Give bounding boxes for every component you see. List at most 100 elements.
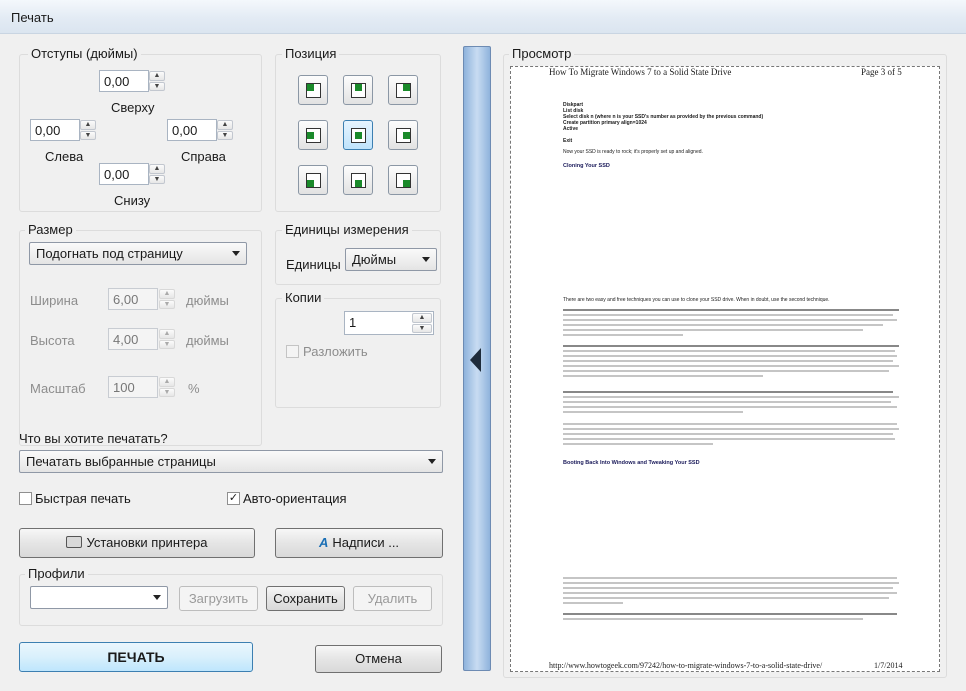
copies-group-title: Копии (282, 290, 325, 305)
position-middle-left-button[interactable] (298, 120, 328, 150)
down-arrow-icon[interactable]: ▼ (217, 130, 233, 140)
up-arrow-icon[interactable]: ▲ (149, 71, 165, 81)
size-group: Размер Подогнать под страницу Ширина 6,0… (19, 222, 262, 446)
preview-header-page: Page 3 of 5 (861, 67, 902, 77)
position-top-center-button[interactable] (343, 75, 373, 105)
preview-footer-url: http://www.howtogeek.com/97242/how-to-mi… (549, 661, 823, 670)
scale-spinner[interactable]: ▲ ▼ (159, 377, 175, 397)
preview-footer-date: 1/7/2014 (874, 661, 903, 670)
margin-top-spinner[interactable]: ▲ ▼ (149, 71, 165, 91)
height-spinner[interactable]: ▲ ▼ (159, 329, 175, 349)
down-arrow-icon[interactable]: ▼ (159, 387, 175, 397)
down-arrow-icon[interactable]: ▼ (149, 174, 165, 184)
auto-orient-checkbox[interactable]: ✓ (227, 492, 240, 505)
printer-icon (66, 536, 83, 548)
dialog-body: Отступы (дюймы) 0,00 ▲ ▼ Сверху 0,00 ▲ ▼ С… (6, 34, 960, 682)
width-spinner[interactable]: ▲ ▼ (159, 289, 175, 309)
what-to-print-label: Что вы хотите печатать? (19, 431, 168, 446)
profiles-group: Профили Загрузить Сохранить Удалить (19, 566, 443, 626)
position-bottom-center-button[interactable] (343, 165, 373, 195)
up-arrow-icon[interactable]: ▲ (412, 313, 432, 323)
collate-checkbox[interactable] (286, 345, 299, 358)
cancel-button[interactable]: Отмена (315, 645, 442, 673)
printer-setup-button[interactable]: Установки принтера (19, 528, 255, 558)
position-middle-right-button[interactable] (388, 120, 418, 150)
preview-ready-line: Now your SSD is ready to rock; it's prop… (563, 149, 703, 155)
height-unit: дюймы (186, 333, 229, 348)
print-button[interactable]: ПЕЧАТЬ (19, 642, 253, 672)
down-arrow-icon[interactable]: ▼ (412, 323, 432, 333)
chevron-down-icon (153, 595, 161, 600)
margin-bottom-spinner[interactable]: ▲ ▼ (149, 164, 165, 184)
width-label: Ширина (30, 293, 79, 308)
margin-top-label: Сверху (111, 100, 155, 115)
preview-page: How To Migrate Windows 7 to a Solid Stat… (510, 66, 940, 672)
page-icon (396, 83, 411, 98)
size-mode-select[interactable]: Подогнать под страницу (29, 242, 247, 265)
width-input[interactable]: 6,00 (108, 288, 158, 310)
chevron-down-icon (428, 459, 436, 464)
units-label: Единицы (286, 257, 341, 272)
up-arrow-icon[interactable]: ▲ (159, 377, 175, 387)
page-icon (351, 173, 366, 188)
units-select[interactable]: Дюймы (345, 248, 437, 271)
position-top-left-button[interactable] (298, 75, 328, 105)
down-arrow-icon[interactable]: ▼ (80, 130, 96, 140)
profile-select[interactable] (30, 586, 168, 609)
preview-group-title: Просмотр (509, 46, 575, 61)
down-arrow-icon[interactable]: ▼ (149, 81, 165, 91)
margin-left-spinner[interactable]: ▲ ▼ (80, 120, 96, 140)
chevron-down-icon (232, 251, 240, 256)
up-arrow-icon[interactable]: ▲ (217, 120, 233, 130)
collapse-preview-handle[interactable] (463, 46, 491, 671)
copies-spinner[interactable]: ▲ ▼ (412, 313, 432, 333)
position-bottom-left-button[interactable] (298, 165, 328, 195)
auto-orient-label: Авто-ориентация (243, 491, 347, 506)
checkmark-icon: ✓ (228, 492, 239, 504)
collate-label: Разложить (303, 344, 368, 359)
up-arrow-icon[interactable]: ▲ (80, 120, 96, 130)
page-icon (306, 173, 321, 188)
down-arrow-icon[interactable]: ▼ (159, 299, 175, 309)
preview-para-two-ways: There are two easy and free techniques y… (563, 297, 830, 303)
page-icon (351, 83, 366, 98)
position-group-title: Позиция (282, 46, 340, 61)
load-profile-button[interactable]: Загрузить (179, 586, 258, 611)
margin-left-input[interactable]: 0,00 (30, 119, 80, 141)
page-icon (351, 128, 366, 143)
units-group: Единицы измерения Единицы Дюймы (275, 222, 441, 285)
size-group-title: Размер (25, 222, 76, 237)
position-bottom-right-button[interactable] (388, 165, 418, 195)
preview-heading-booting: Booting Back Into Windows and Tweaking Y… (563, 460, 700, 466)
margin-bottom-input[interactable]: 0,00 (99, 163, 149, 185)
margin-left-label: Слева (45, 149, 84, 164)
height-label: Высота (30, 333, 75, 348)
up-arrow-icon[interactable]: ▲ (159, 329, 175, 339)
delete-profile-button[interactable]: Удалить (353, 586, 432, 611)
down-arrow-icon[interactable]: ▼ (159, 339, 175, 349)
height-input[interactable]: 4,00 (108, 328, 158, 350)
up-arrow-icon[interactable]: ▲ (159, 289, 175, 299)
captions-button[interactable]: A Надписи ... (275, 528, 443, 558)
position-top-right-button[interactable] (388, 75, 418, 105)
page-icon (306, 83, 321, 98)
what-to-print-select[interactable]: Печатать выбранные страницы (19, 450, 443, 473)
position-group: Позиция (275, 46, 441, 212)
up-arrow-icon[interactable]: ▲ (149, 164, 165, 174)
position-center-button[interactable] (343, 120, 373, 150)
print-dialog: Печать Отступы (дюймы) 0,00 ▲ ▼ Сверху 0,… (0, 0, 966, 691)
fast-print-label: Быстрая печать (35, 491, 131, 506)
margin-top-input[interactable]: 0,00 (99, 70, 149, 92)
scale-unit: % (188, 381, 200, 396)
margins-group-title: Отступы (дюймы) (28, 46, 141, 61)
page-icon (396, 128, 411, 143)
scale-label: Масштаб (30, 381, 86, 396)
fast-print-checkbox[interactable] (19, 492, 32, 505)
margins-group: Отступы (дюймы) 0,00 ▲ ▼ Сверху 0,00 ▲ ▼ С… (19, 46, 262, 212)
window-title: Печать (11, 10, 54, 25)
margin-right-spinner[interactable]: ▲ ▼ (217, 120, 233, 140)
save-profile-button[interactable]: Сохранить (266, 586, 345, 611)
margin-right-input[interactable]: 0,00 (167, 119, 217, 141)
title-bar: Печать (0, 0, 966, 34)
scale-input[interactable]: 100 (108, 376, 158, 398)
